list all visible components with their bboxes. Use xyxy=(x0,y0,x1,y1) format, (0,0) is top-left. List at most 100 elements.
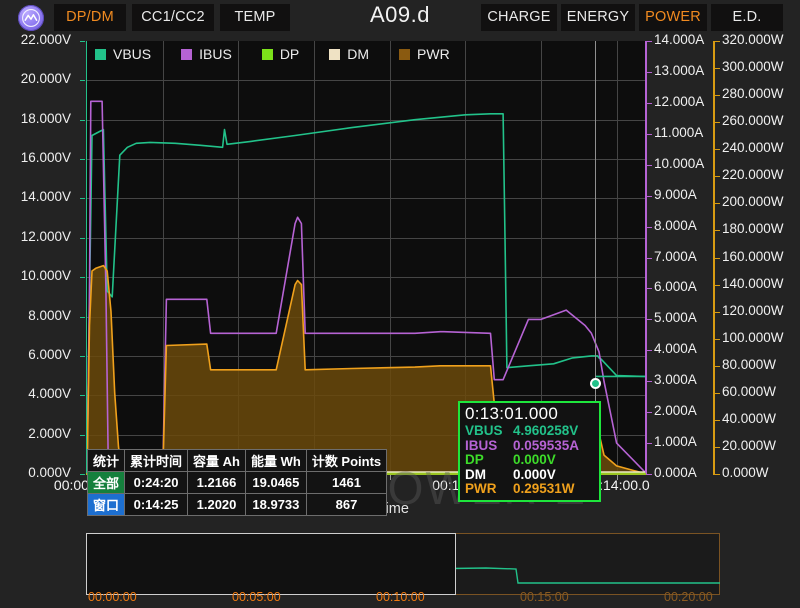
current-tick-label: 7.000A xyxy=(654,249,697,264)
power-tick xyxy=(715,339,720,340)
tooltip-key: IBUS xyxy=(465,439,513,454)
legend-label: IBUS xyxy=(199,46,232,62)
legend-label: PWR xyxy=(417,46,450,62)
voltage-tick xyxy=(80,317,85,318)
power-tick xyxy=(715,95,720,96)
table-header-cell: 容量 Ah xyxy=(188,450,246,472)
tab-power[interactable]: POWER xyxy=(639,4,707,31)
voltage-tick xyxy=(80,198,85,199)
tooltip-value: 4.960258V xyxy=(513,424,578,439)
table-cell: 1461 xyxy=(306,472,386,494)
voltage-tick xyxy=(80,474,85,475)
tab-charge[interactable]: CHARGE xyxy=(481,4,557,31)
statistics-table: 统计累计时间容量 Ah能量 Wh计数 Points 全部0:24:201.216… xyxy=(87,449,387,516)
table-cell: 1.2020 xyxy=(188,494,246,516)
voltage-tick-label: 16.000V xyxy=(21,150,71,165)
table-header-row: 统计累计时间容量 Ah能量 Wh计数 Points xyxy=(88,450,387,472)
tooltip-row-dp: DP0.000V xyxy=(465,453,595,468)
overview-tick-label: 00:05:00 xyxy=(232,590,281,604)
table-cell: 18.9733 xyxy=(245,494,306,516)
power-tick xyxy=(715,68,720,69)
time-tick xyxy=(617,475,618,480)
overview-selection-window[interactable] xyxy=(86,533,456,595)
tooltip-row-vbus: VBUS4.960258V xyxy=(465,424,595,439)
current-tick-label: 3.000A xyxy=(654,372,697,387)
table-cell: 19.0465 xyxy=(245,472,306,494)
top-toolbar: DP/DM CC1/CC2 TEMP A09.d CHARGE ENERGY P… xyxy=(0,0,800,36)
row-tag[interactable]: 全部 xyxy=(88,472,125,494)
tab-energy[interactable]: ENERGY xyxy=(561,4,635,31)
power-tick xyxy=(715,474,720,475)
power-tick-label: 160.000W xyxy=(722,249,784,264)
current-tick-label: 1.000A xyxy=(654,434,697,449)
power-tick xyxy=(715,420,720,421)
tooltip-value: 0.29531W xyxy=(513,482,575,497)
table-cell: 0:24:20 xyxy=(125,472,188,494)
cursor-marker-vbus[interactable] xyxy=(590,378,601,389)
current-tick xyxy=(647,412,652,413)
tooltip-key: DP xyxy=(465,453,513,468)
voltage-tick xyxy=(80,356,85,357)
tooltip-row-pwr: PWR0.29531W xyxy=(465,482,595,497)
tooltip-key: DM xyxy=(465,468,513,483)
tab-ed[interactable]: E.D. xyxy=(711,4,783,31)
power-tick-label: 280.000W xyxy=(722,86,784,101)
chart-legend: VBUS IBUS DP DM PWR xyxy=(95,44,480,64)
current-tick xyxy=(647,41,652,42)
table-cell: 867 xyxy=(306,494,386,516)
legend-item-dm[interactable]: DM xyxy=(329,46,369,62)
app-window: DP/DM CC1/CC2 TEMP A09.d CHARGE ENERGY P… xyxy=(0,0,800,608)
table-row[interactable]: 窗口0:14:251.202018.9733867 xyxy=(88,494,387,516)
power-tick xyxy=(715,366,720,367)
table-header-cell: 能量 Wh xyxy=(245,450,306,472)
current-tick xyxy=(647,165,652,166)
current-tick-label: 8.000A xyxy=(654,218,697,233)
power-tick-label: 120.000W xyxy=(722,303,784,318)
voltage-axis: 0.000V2.000V4.000V6.000V8.000V10.000V12.… xyxy=(0,36,80,481)
power-tick xyxy=(715,41,720,42)
row-tag[interactable]: 窗口 xyxy=(88,494,125,516)
current-tick xyxy=(647,350,652,351)
power-tick xyxy=(715,122,720,123)
power-tick-label: 0.000W xyxy=(722,465,769,480)
current-tick xyxy=(647,319,652,320)
legend-label: DM xyxy=(347,46,369,62)
voltage-tick-label: 8.000V xyxy=(28,308,71,323)
power-tick xyxy=(715,258,720,259)
current-tick-label: 10.000A xyxy=(654,156,704,171)
current-tick xyxy=(647,288,652,289)
legend-label: VBUS xyxy=(113,46,151,62)
voltage-tick-label: 2.000V xyxy=(28,426,71,441)
current-tick xyxy=(647,443,652,444)
power-tick-label: 200.000W xyxy=(722,194,784,209)
voltage-tick xyxy=(80,395,85,396)
current-tick-label: 2.000A xyxy=(654,403,697,418)
overview-strip[interactable]: 00:00:0000:05:0000:10:0000:15:0000:20:00 xyxy=(0,522,800,608)
current-tick-label: 11.000A xyxy=(654,125,703,140)
power-tick-label: 140.000W xyxy=(722,276,784,291)
voltage-tick-label: 22.000V xyxy=(21,32,71,47)
power-tick-label: 100.000W xyxy=(722,330,784,345)
voltage-tick xyxy=(80,41,85,42)
legend-item-ibus[interactable]: IBUS xyxy=(181,46,232,62)
voltage-tick-label: 6.000V xyxy=(28,347,71,362)
power-tick xyxy=(715,149,720,150)
table-row[interactable]: 全部0:24:201.216619.04651461 xyxy=(88,472,387,494)
tooltip-value: 0.000V xyxy=(513,453,556,468)
legend-item-dp[interactable]: DP xyxy=(262,46,299,62)
legend-item-pwr[interactable]: PWR xyxy=(399,46,450,62)
power-tick-label: 260.000W xyxy=(722,113,784,128)
voltage-tick xyxy=(80,277,85,278)
legend-swatch-icon xyxy=(399,49,410,60)
cursor-tooltip: 0:13:01.000 VBUS4.960258VIBUS0.059535ADP… xyxy=(458,401,601,502)
table-cell: 1.2166 xyxy=(188,472,246,494)
power-tick xyxy=(715,447,720,448)
power-tick-label: 220.000W xyxy=(722,167,784,182)
voltage-tick xyxy=(80,159,85,160)
voltage-tick-label: 14.000V xyxy=(21,189,71,204)
current-tick-label: 6.000A xyxy=(654,279,697,294)
legend-item-vbus[interactable]: VBUS xyxy=(95,46,151,62)
tooltip-row-ibus: IBUS0.059535A xyxy=(465,439,595,454)
tooltip-value: 0.000V xyxy=(513,468,556,483)
current-tick xyxy=(647,381,652,382)
